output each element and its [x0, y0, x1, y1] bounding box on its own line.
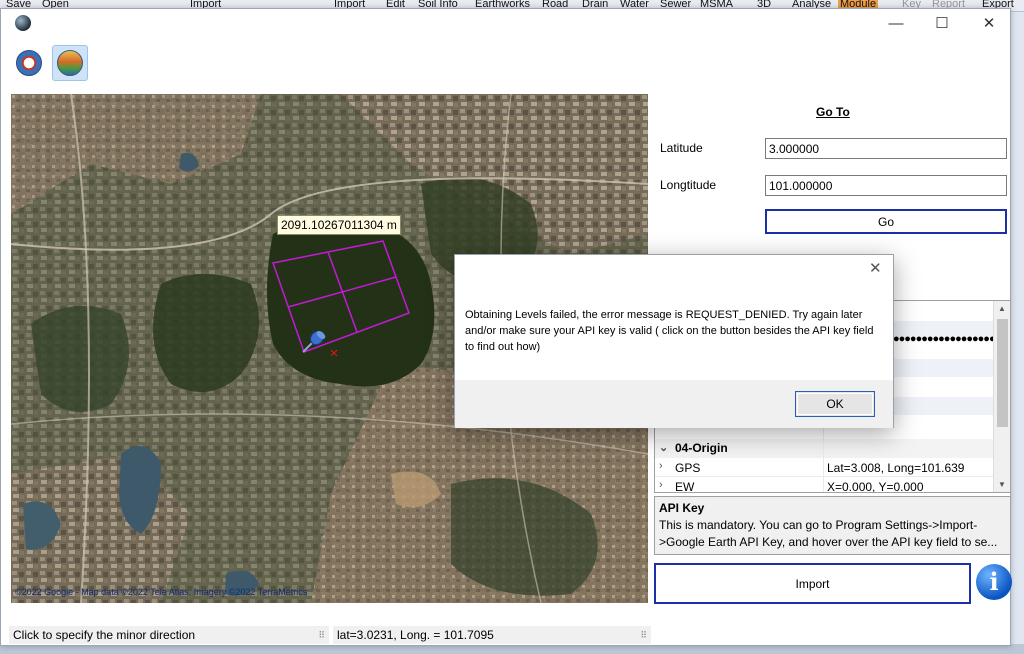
vertical-scrollbar[interactable]: ▲ ▼: [993, 301, 1010, 492]
terrain-globe-icon: [57, 50, 83, 76]
property-name: EW: [675, 480, 695, 493]
resize-grip-icon: ⠿: [318, 630, 326, 640]
maximize-button[interactable]: ☐: [927, 15, 957, 35]
status-hint: Click to specify the minor direction ⠿: [9, 626, 329, 644]
dialog-close-icon[interactable]: ✕: [869, 259, 882, 277]
category-label: 04-Origin: [675, 441, 728, 455]
longitude-label: Longtitude: [660, 178, 717, 192]
map-target-icon: [16, 50, 42, 76]
chevron-down-icon[interactable]: ⌄: [659, 441, 668, 454]
info-icon[interactable]: i: [976, 564, 1012, 600]
goto-title: Go To: [816, 105, 850, 119]
category-origin[interactable]: ⌄ 04-Origin: [655, 439, 994, 458]
property-row-gps[interactable]: › GPS Lat=3.008, Long=101.639: [655, 458, 994, 477]
terrain-globe-button[interactable]: [52, 45, 88, 81]
ok-button[interactable]: OK: [795, 391, 875, 417]
status-hint-text: Click to specify the minor direction: [13, 628, 196, 642]
title-bar[interactable]: — ☐ ✕: [1, 9, 1010, 39]
close-button[interactable]: ✕: [974, 15, 1004, 35]
status-coords-text: lat=3.0231, Long. = 101.7095: [337, 628, 494, 642]
background-app-side-panel: [1010, 12, 1024, 652]
help-text: This is mandatory. You can go to Program…: [659, 518, 998, 549]
chevron-right-icon[interactable]: ›: [659, 479, 663, 491]
status-bar: Click to specify the minor direction ⠿ l…: [1, 623, 1010, 645]
property-help: API Key This is mandatory. You can go to…: [654, 496, 1011, 555]
latitude-label: Latitude: [660, 141, 703, 155]
latitude-input[interactable]: [765, 138, 1007, 159]
status-coordinates: lat=3.0231, Long. = 101.7095 ⠿: [333, 626, 651, 644]
dialog-footer: OK: [455, 380, 893, 428]
go-button[interactable]: Go: [765, 209, 1007, 234]
toolbar: [1, 39, 1010, 89]
property-value: X=0.000, Y=0.000: [827, 480, 924, 493]
property-row-ew[interactable]: › EW X=0.000, Y=0.000: [655, 477, 994, 493]
property-name: GPS: [675, 461, 701, 475]
scroll-thumb[interactable]: [997, 319, 1008, 427]
help-title: API Key: [659, 501, 705, 515]
error-dialog: ✕ Obtaining Levels failed, the error mes…: [454, 254, 894, 428]
map-target-button[interactable]: [11, 45, 47, 81]
distance-label: 2091.10267011304 m: [277, 215, 401, 235]
scroll-up-icon[interactable]: ▲: [998, 304, 1006, 313]
longitude-input[interactable]: [765, 175, 1007, 196]
chevron-right-icon[interactable]: ›: [659, 460, 663, 472]
app-icon: [15, 15, 31, 31]
api-key-masked-value: ●●●●●●●●●●●●●●●●●●: [893, 333, 996, 345]
dialog-message: Obtaining Levels failed, the error messa…: [465, 309, 874, 353]
minimize-button[interactable]: —: [881, 15, 911, 35]
map-copyright: ©2022 Google - Map data ©2022 Tele Atlas…: [15, 587, 308, 597]
property-value: Lat=3.008, Long=101.639: [827, 461, 965, 475]
scroll-down-icon[interactable]: ▼: [998, 480, 1006, 489]
import-button[interactable]: Import: [654, 563, 971, 604]
resize-grip-icon: ⠿: [640, 630, 648, 640]
